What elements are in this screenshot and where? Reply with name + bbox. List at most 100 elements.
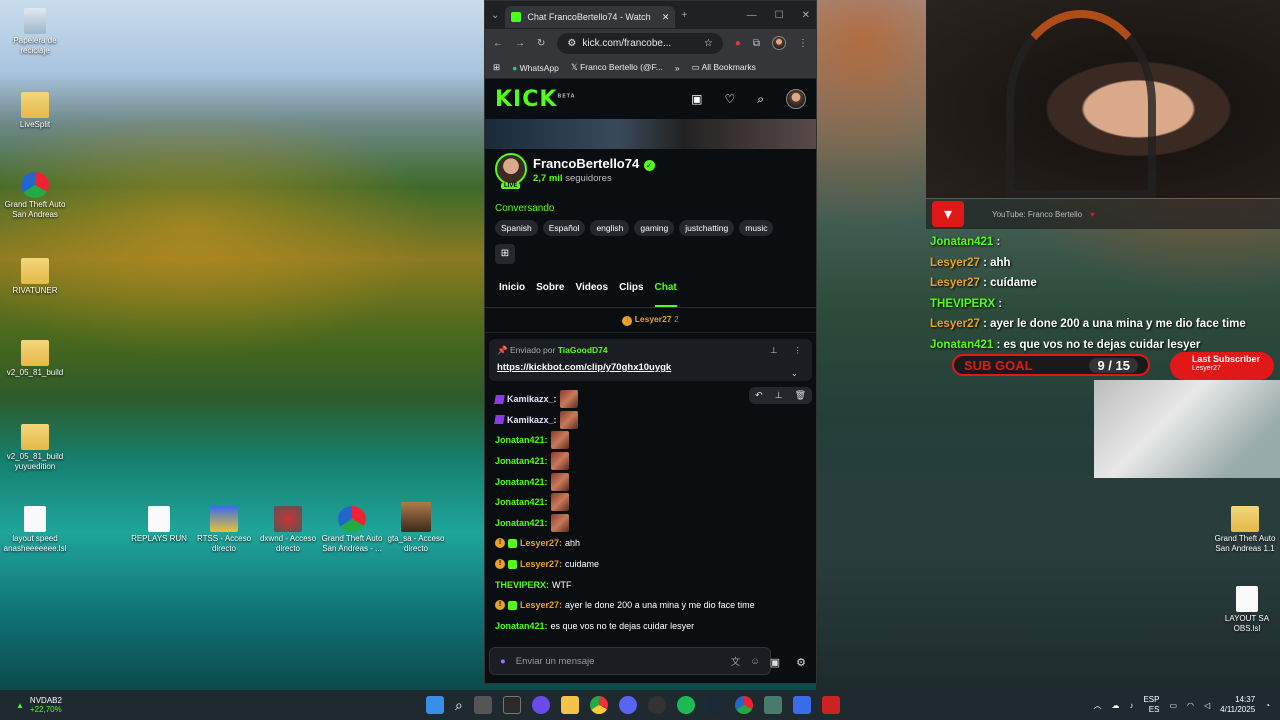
url-field[interactable]: ⚙ kick.com/francobe... ☆ [557, 32, 723, 54]
reload-icon[interactable]: ↻ [537, 38, 545, 49]
profile-avatar[interactable] [772, 36, 786, 50]
tab-sobre[interactable]: Sobre [536, 282, 564, 307]
bookmark-whatsapp[interactable]: ● WhatsApp [512, 63, 559, 73]
steam-icon[interactable] [705, 696, 724, 714]
stock-widget[interactable]: ▲ NVDAB2 +22,70% [0, 696, 62, 714]
pinned-options-icon[interactable]: ⋮ [794, 345, 803, 356]
chat-message[interactable]: Jonatan421: [495, 430, 806, 451]
app-icon[interactable] [531, 696, 550, 714]
discord-icon[interactable] [618, 696, 637, 714]
desktop-folder-livesplit[interactable]: LiveSplit [0, 92, 70, 130]
tag-chip[interactable]: music [739, 220, 774, 236]
close-window-icon[interactable]: ✕ [802, 10, 810, 21]
close-tab-icon[interactable]: ✕ [662, 12, 670, 23]
tag-chip[interactable]: Spanish [495, 220, 538, 236]
pin-icon[interactable]: ⊥ [775, 390, 783, 401]
stream-category[interactable]: Conversando [495, 203, 806, 214]
new-tab-icon[interactable]: + [681, 10, 687, 21]
following-heart-icon[interactable]: ♡ [725, 92, 736, 106]
tab-clips[interactable]: Clips [619, 282, 643, 307]
chat-message[interactable]: Jonatan421: [495, 471, 806, 492]
channel-name[interactable]: FrancoBertello74 [533, 156, 639, 171]
chat-message[interactable]: Jonatan421: [495, 492, 806, 513]
desktop-dxwnd-shortcut[interactable]: dxwnd - Acceso directo [253, 506, 323, 554]
desktop-file-layout[interactable]: layout speed anasheeeeeee.lsl [0, 506, 70, 554]
desktop-rtss-shortcut[interactable]: RTSS - Acceso directo [189, 506, 259, 554]
back-icon[interactable]: ← [493, 38, 503, 49]
more-bookmarks-icon[interactable]: » [675, 63, 680, 73]
reply-icon[interactable]: ↶ [755, 390, 763, 401]
desktop-folder-rivatuner[interactable]: RIVATUNER [0, 258, 70, 296]
pinned-link[interactable]: https://kickbot.com/clip/y70ghx10uygk [497, 362, 804, 373]
desktop-folder-build-yuyu[interactable]: v2_05_81_build yuyuedition [0, 424, 70, 472]
recycle-bin-icon[interactable]: Papelera de reciclaje [0, 8, 70, 56]
extensions-puzzle-icon[interactable]: ⧉ [753, 38, 760, 49]
chat-message[interactable]: Kamikazx_: [494, 410, 806, 431]
mic-tray-icon[interactable]: ♪ [1129, 701, 1133, 710]
extension-icon[interactable]: ● [735, 38, 741, 49]
tab-chat[interactable]: Chat [654, 282, 677, 307]
app-icon[interactable] [763, 696, 782, 714]
store-icon[interactable] [502, 696, 521, 714]
channel-avatar[interactable]: LIVE [495, 153, 527, 189]
mic-icon[interactable]: ● [500, 656, 506, 667]
tab-videos[interactable]: Videos [575, 282, 608, 307]
gift-sub-icon[interactable]: ▣ [770, 656, 780, 669]
user-avatar[interactable] [786, 89, 806, 109]
translate-icon[interactable]: 文 [731, 654, 741, 668]
gta-taskbar-icon[interactable] [734, 696, 753, 714]
search-icon[interactable]: ⌕ [757, 92, 764, 107]
pinned-sender[interactable]: TiaGoodD74 [558, 345, 608, 355]
chat-message[interactable]: Jonatan421: [495, 451, 806, 472]
chat-settings-icon[interactable]: ⚙ [796, 656, 806, 669]
unpin-icon[interactable]: ⊥ [770, 345, 777, 356]
tag-chip[interactable]: gaming [634, 220, 675, 236]
tab-inicio[interactable]: Inicio [499, 282, 525, 307]
tag-chip[interactable]: justchatting [679, 220, 735, 236]
desktop-folder-gta11[interactable]: Grand Theft Auto San Andreas 1.1 [1210, 506, 1280, 554]
all-bookmarks[interactable]: ▭ All Bookmarks [692, 62, 756, 73]
spotify-icon[interactable] [676, 696, 695, 714]
desktop-gtasa-shortcut[interactable]: gta_sa - Acceso directo [381, 502, 451, 554]
clock[interactable]: 14:37 4/11/2025 [1220, 695, 1255, 715]
chat-message[interactable]: THEVIPERX: WTF [495, 574, 806, 595]
forward-icon[interactable]: → [515, 38, 525, 49]
menu-kebab-icon[interactable]: ⋮ [798, 38, 808, 49]
display-icon[interactable]: ▭ [1169, 701, 1177, 710]
delete-icon[interactable]: 🗑 [795, 390, 806, 401]
desktop-folder-build[interactable]: v2_05_81_build [0, 340, 70, 378]
emoji-icon[interactable]: ☺ [750, 656, 760, 667]
desktop-file-replays[interactable]: REPLAYS RUN [124, 506, 194, 544]
chat-input[interactable]: ● Enviar un mensaje 文 ☺ [489, 647, 771, 675]
tray-chevron-icon[interactable]: ︿ [1093, 700, 1101, 711]
chat-message[interactable]: Jonatan421: [495, 513, 806, 534]
chat-message[interactable]: ! Lesyer27: ayer le done 200 a una mina y … [495, 595, 806, 616]
expand-chevron-icon[interactable]: ⌄ [791, 368, 798, 379]
chat-message[interactable]: Jonatan421: es que vos no te dejas cuidar… [495, 616, 806, 637]
gift-icon[interactable]: ⊞ [495, 244, 515, 264]
chrome-icon[interactable] [589, 696, 608, 714]
kick-logo[interactable]: KICKBETA [495, 87, 576, 112]
wifi-icon[interactable]: ◠ [1187, 701, 1194, 710]
app-icon[interactable] [821, 696, 840, 714]
browser-tab[interactable]: Chat FrancoBertello74 - Watch ✕ [505, 6, 676, 28]
app-icon[interactable] [792, 696, 811, 714]
browse-icon[interactable]: ▣ [691, 92, 702, 106]
notifications-icon[interactable]: ◔ [1265, 701, 1270, 710]
bookmark-star-icon[interactable]: ☆ [704, 38, 713, 49]
chat-message[interactable]: ! Lesyer27: ahh [495, 533, 806, 554]
tag-chip[interactable]: english [590, 220, 630, 236]
site-info-icon[interactable]: ⚙ [567, 38, 576, 49]
tag-chip[interactable]: Español [542, 220, 586, 236]
file-explorer-icon[interactable] [560, 696, 579, 714]
cloud-icon[interactable]: ☁ [1111, 701, 1119, 710]
task-view-icon[interactable] [473, 696, 492, 714]
apps-grid-icon[interactable]: ⊞ [493, 62, 500, 73]
desktop-file-layout-sa[interactable]: LAYOUT SA OBS.lsl [1212, 586, 1280, 634]
search-taskbar-icon[interactable]: ⌕ [455, 697, 463, 714]
maximize-icon[interactable]: ☐ [775, 10, 784, 21]
desktop-gta-shortcut[interactable]: Grand Theft Auto San Andreas - ... [317, 506, 387, 554]
chat-message[interactable]: ! Lesyer27: cuidame [495, 554, 806, 575]
language-indicator[interactable]: ESP ES [1143, 695, 1159, 715]
bookmark-x[interactable]: 𝕏 Franco Bertello (@F... [571, 62, 663, 73]
